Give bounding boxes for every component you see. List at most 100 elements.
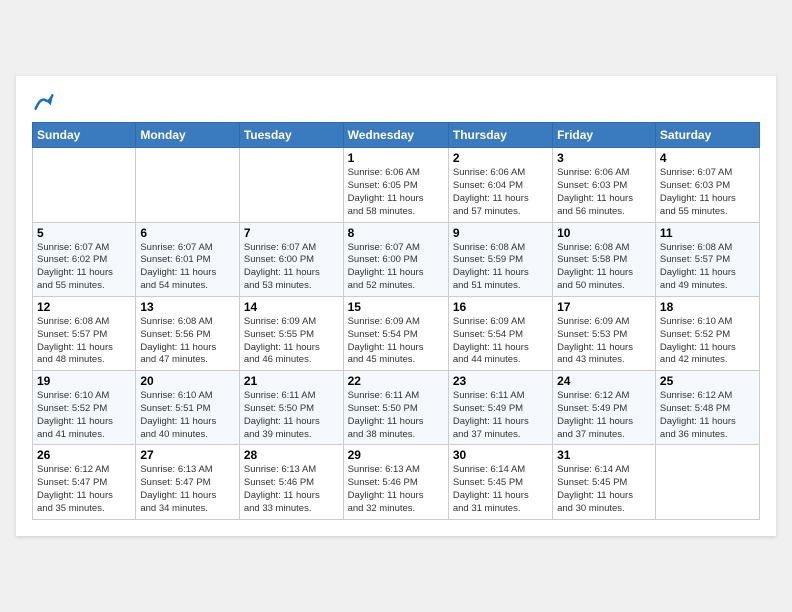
calendar-cell [655, 445, 759, 519]
day-number: 19 [37, 374, 131, 388]
calendar-cell: 30 Sunrise: 6:14 AMSunset: 5:45 PMDayligh… [448, 445, 552, 519]
day-number: 13 [140, 300, 235, 314]
day-number: 26 [37, 448, 131, 462]
day-info: Sunrise: 6:11 AMSunset: 5:50 PMDaylight:… [348, 390, 444, 441]
calendar-cell: 9 Sunrise: 6:08 AMSunset: 5:59 PMDaylight… [448, 222, 552, 296]
day-number: 27 [140, 448, 235, 462]
calendar-cell: 4 Sunrise: 6:07 AMSunset: 6:03 PMDaylight… [655, 148, 759, 222]
calendar-week-row: 12 Sunrise: 6:08 AMSunset: 5:57 PMDayligh… [33, 296, 760, 370]
day-number: 29 [348, 448, 444, 462]
weekday-header-cell: Sunday [33, 123, 136, 148]
day-info: Sunrise: 6:08 AMSunset: 5:57 PMDaylight:… [37, 316, 131, 367]
calendar-cell: 25 Sunrise: 6:12 AMSunset: 5:48 PMDayligh… [655, 371, 759, 445]
day-number: 2 [453, 151, 548, 165]
calendar-table: SundayMondayTuesdayWednesdayThursdayFrid… [32, 122, 760, 519]
day-info: Sunrise: 6:14 AMSunset: 5:45 PMDaylight:… [453, 464, 548, 515]
day-info: Sunrise: 6:06 AMSunset: 6:05 PMDaylight:… [348, 167, 444, 218]
calendar-cell: 13 Sunrise: 6:08 AMSunset: 5:56 PMDayligh… [136, 296, 240, 370]
calendar-cell [239, 148, 343, 222]
calendar-week-row: 19 Sunrise: 6:10 AMSunset: 5:52 PMDayligh… [33, 371, 760, 445]
day-number: 4 [660, 151, 755, 165]
day-number: 18 [660, 300, 755, 314]
day-number: 10 [557, 226, 651, 240]
day-info: Sunrise: 6:10 AMSunset: 5:52 PMDaylight:… [660, 316, 755, 367]
calendar-cell: 14 Sunrise: 6:09 AMSunset: 5:55 PMDayligh… [239, 296, 343, 370]
calendar-cell: 5 Sunrise: 6:07 AMSunset: 6:02 PMDaylight… [33, 222, 136, 296]
calendar-cell [33, 148, 136, 222]
day-number: 20 [140, 374, 235, 388]
calendar-body: 1Sunrise: 6:06 AMSunset: 6:05 PMDaylight… [33, 148, 760, 519]
calendar-cell [136, 148, 240, 222]
day-info: Sunrise: 6:06 AMSunset: 6:04 PMDaylight:… [453, 167, 548, 218]
day-number: 16 [453, 300, 548, 314]
calendar-cell: 21 Sunrise: 6:11 AMSunset: 5:50 PMDayligh… [239, 371, 343, 445]
day-info: Sunrise: 6:08 AMSunset: 5:56 PMDaylight:… [140, 316, 235, 367]
day-number: 12 [37, 300, 131, 314]
calendar-cell: 17Sunrise: 6:09 AMSunset: 5:53 PMDayligh… [553, 296, 656, 370]
day-number: 17 [557, 300, 651, 314]
day-info: Sunrise: 6:11 AMSunset: 5:50 PMDaylight:… [244, 390, 339, 441]
day-number: 15 [348, 300, 444, 314]
calendar-container: SundayMondayTuesdayWednesdayThursdayFrid… [16, 76, 776, 535]
calendar-cell: 24 Sunrise: 6:12 AMSunset: 5:49 PMDayligh… [553, 371, 656, 445]
day-info: Sunrise: 6:12 AMSunset: 5:49 PMDaylight:… [557, 390, 651, 441]
day-info: Sunrise: 6:14 AMSunset: 5:45 PMDaylight:… [557, 464, 651, 515]
day-info: Sunrise: 6:07 AMSunset: 6:00 PMDaylight:… [348, 242, 444, 293]
calendar-week-row: 5 Sunrise: 6:07 AMSunset: 6:02 PMDaylight… [33, 222, 760, 296]
day-number: 30 [453, 448, 548, 462]
day-number: 8 [348, 226, 444, 240]
day-info: Sunrise: 6:08 AMSunset: 5:57 PMDaylight:… [660, 242, 755, 293]
weekday-header-row: SundayMondayTuesdayWednesdayThursdayFrid… [33, 123, 760, 148]
weekday-header-cell: Wednesday [343, 123, 448, 148]
day-info: Sunrise: 6:06 AMSunset: 6:03 PMDaylight:… [557, 167, 651, 218]
weekday-header-cell: Saturday [655, 123, 759, 148]
logo-icon [34, 92, 54, 112]
calendar-week-row: 26 Sunrise: 6:12 AMSunset: 5:47 PMDayligh… [33, 445, 760, 519]
day-info: Sunrise: 6:11 AMSunset: 5:49 PMDaylight:… [453, 390, 548, 441]
day-info: Sunrise: 6:09 AMSunset: 5:55 PMDaylight:… [244, 316, 339, 367]
calendar-cell: 23Sunrise: 6:11 AMSunset: 5:49 PMDayligh… [448, 371, 552, 445]
calendar-cell: 8 Sunrise: 6:07 AMSunset: 6:00 PMDaylight… [343, 222, 448, 296]
calendar-cell: 15 Sunrise: 6:09 AMSunset: 5:54 PMDayligh… [343, 296, 448, 370]
day-number: 25 [660, 374, 755, 388]
calendar-cell: 2 Sunrise: 6:06 AMSunset: 6:04 PMDaylight… [448, 148, 552, 222]
day-number: 28 [244, 448, 339, 462]
day-number: 6 [140, 226, 235, 240]
day-info: Sunrise: 6:08 AMSunset: 5:58 PMDaylight:… [557, 242, 651, 293]
day-info: Sunrise: 6:07 AMSunset: 6:01 PMDaylight:… [140, 242, 235, 293]
calendar-cell: 7Sunrise: 6:07 AMSunset: 6:00 PMDaylight… [239, 222, 343, 296]
day-info: Sunrise: 6:09 AMSunset: 5:54 PMDaylight:… [348, 316, 444, 367]
day-number: 14 [244, 300, 339, 314]
day-number: 7 [244, 226, 339, 240]
day-info: Sunrise: 6:07 AMSunset: 6:02 PMDaylight:… [37, 242, 131, 293]
calendar-cell: 1Sunrise: 6:06 AMSunset: 6:05 PMDaylight… [343, 148, 448, 222]
day-number: 24 [557, 374, 651, 388]
day-info: Sunrise: 6:10 AMSunset: 5:51 PMDaylight:… [140, 390, 235, 441]
day-number: 22 [348, 374, 444, 388]
weekday-header-cell: Friday [553, 123, 656, 148]
day-number: 5 [37, 226, 131, 240]
day-number: 31 [557, 448, 651, 462]
weekday-header-cell: Monday [136, 123, 240, 148]
day-number: 3 [557, 151, 651, 165]
calendar-cell: 26 Sunrise: 6:12 AMSunset: 5:47 PMDayligh… [33, 445, 136, 519]
calendar-cell: 29Sunrise: 6:13 AMSunset: 5:46 PMDayligh… [343, 445, 448, 519]
calendar-cell: 27Sunrise: 6:13 AMSunset: 5:47 PMDayligh… [136, 445, 240, 519]
calendar-cell: 10 Sunrise: 6:08 AMSunset: 5:58 PMDayligh… [553, 222, 656, 296]
calendar-cell: 31 Sunrise: 6:14 AMSunset: 5:45 PMDayligh… [553, 445, 656, 519]
day-info: Sunrise: 6:08 AMSunset: 5:59 PMDaylight:… [453, 242, 548, 293]
day-info: Sunrise: 6:12 AMSunset: 5:48 PMDaylight:… [660, 390, 755, 441]
day-info: Sunrise: 6:10 AMSunset: 5:52 PMDaylight:… [37, 390, 131, 441]
day-info: Sunrise: 6:12 AMSunset: 5:47 PMDaylight:… [37, 464, 131, 515]
day-number: 21 [244, 374, 339, 388]
logo [32, 92, 54, 112]
calendar-cell: 19 Sunrise: 6:10 AMSunset: 5:52 PMDayligh… [33, 371, 136, 445]
day-info: Sunrise: 6:07 AMSunset: 6:03 PMDaylight:… [660, 167, 755, 218]
calendar-header: SundayMondayTuesdayWednesdayThursdayFrid… [33, 123, 760, 148]
day-info: Sunrise: 6:09 AMSunset: 5:54 PMDaylight:… [453, 316, 548, 367]
calendar-cell: 20 Sunrise: 6:10 AMSunset: 5:51 PMDayligh… [136, 371, 240, 445]
calendar-cell: 3 Sunrise: 6:06 AMSunset: 6:03 PMDaylight… [553, 148, 656, 222]
day-number: 9 [453, 226, 548, 240]
header [32, 92, 760, 112]
calendar-cell: 6 Sunrise: 6:07 AMSunset: 6:01 PMDaylight… [136, 222, 240, 296]
